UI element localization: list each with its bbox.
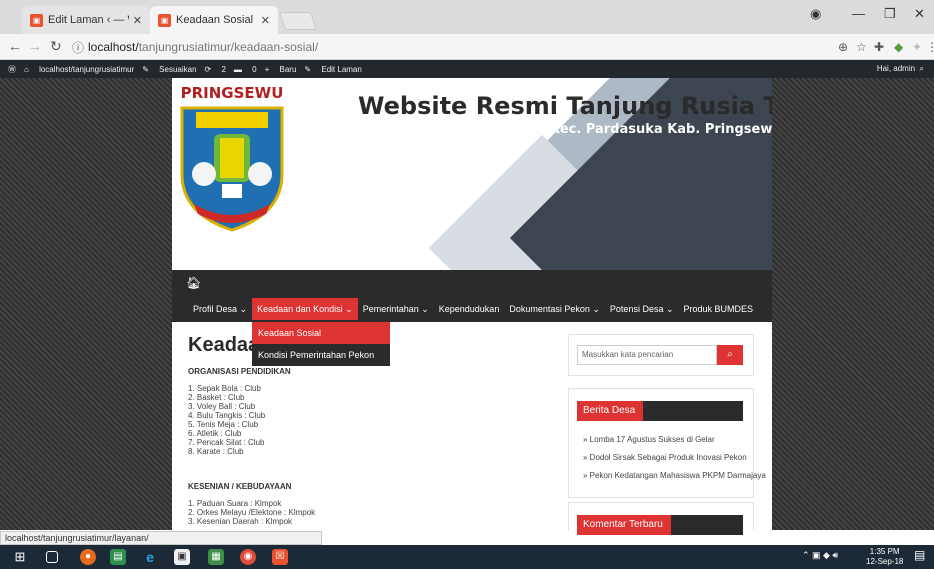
list-item: 3. Kesenian Daerah : Klmpok — [188, 517, 293, 526]
search-widget: Masukkan kata pencarian ⌕ — [568, 334, 754, 376]
list-item: 7. Pencak Silat : Club — [188, 438, 265, 447]
url-path: tanjungrusiatimur/keadaan-sosial/ — [138, 40, 319, 54]
spreadsheet-icon[interactable]: ▦ — [208, 549, 224, 565]
site-subtitle: Kec. Pardasuka Kab. Pringsewu — [550, 122, 772, 137]
browser-tab-strip: ▣ Edit Laman ‹ — WordPre ✕ ▣ Keadaan Sos… — [0, 0, 934, 34]
wp-admin-bar: Ⓦ ⌂ localhost/tanjungrusiatimur ✎ Sesuai… — [0, 60, 934, 78]
clock-date: 12-Sep-18 — [866, 557, 904, 566]
extension-icon[interactable]: ◆ — [894, 40, 903, 54]
wordpress-favicon-icon: ▣ — [30, 13, 43, 27]
tab-edit-laman[interactable]: ▣ Edit Laman ‹ — WordPre ✕ — [22, 6, 150, 34]
bookmark-star-icon[interactable]: ☆ — [856, 40, 867, 54]
news-link[interactable]: » Lomba 17 Agustus Sukses di Gelar — [583, 435, 715, 444]
extension-disabled-icon[interactable]: ✦ — [912, 40, 922, 54]
edge-icon[interactable]: e — [142, 549, 158, 565]
list-item: 2. Basket : Club — [188, 393, 245, 402]
list-item: 1. Sepak Bola : Club — [188, 384, 261, 393]
logo-text: PRINGSEWU — [176, 82, 288, 104]
culture-list: 1. Paduan Suara : Klmpok 2. Orkes Melayu… — [188, 499, 315, 526]
comments-widget: Komentar Terbaru — [568, 502, 754, 535]
nav-dropdown: Keadaan Sosial Kondisi Pemerintahan Peko… — [252, 322, 390, 366]
info-icon[interactable]: ⓘ — [72, 39, 84, 56]
tray-icons[interactable]: ⌃ ▣ ◆ 🔊︎ — [802, 550, 838, 561]
tab-title: Edit Laman ‹ — WordPre — [48, 14, 129, 26]
url-field[interactable]: ⓘ localhost/tanjungrusiatimur/keadaan-so… — [72, 37, 832, 57]
widget-title-text: Berita Desa — [577, 401, 644, 421]
search-button[interactable]: ⌕ — [717, 345, 743, 365]
admin-customize-link[interactable]: ✎ Sesuaikan — [142, 65, 196, 74]
widget-title-text: Komentar Terbaru — [577, 515, 671, 535]
nav-item-profil-desa[interactable]: Profil Desa ⌄ — [188, 298, 252, 320]
system-clock[interactable]: 1:35 PM 12-Sep-18 — [866, 547, 903, 567]
list-item: 2. Orkes Melayu /Elektone : Klmpok — [188, 508, 316, 517]
list-item: 6. Atletik : Club — [188, 429, 242, 438]
status-url: localhost/tanjungrusiatimur/layanan/ — [0, 531, 322, 545]
wordpress-logo-icon[interactable]: Ⓦ — [8, 64, 16, 75]
store-icon[interactable]: ▣ — [174, 549, 190, 565]
widget-title: Berita Desa — [577, 401, 743, 421]
reload-icon[interactable]: ↻ — [50, 38, 62, 55]
nav-item-keadaan-kondisi[interactable]: Keadaan dan Kondisi ⌄ — [252, 298, 358, 320]
admin-comments-link[interactable]: ▬ 0 — [234, 65, 257, 74]
list-item: 1. Paduan Suara : Klmpok — [188, 499, 282, 508]
widget-title: Komentar Terbaru — [577, 515, 743, 535]
dropdown-item-keadaan-sosial[interactable]: Keadaan Sosial — [252, 322, 390, 344]
section-title: ORGANISASI PENDIDIKAN — [188, 367, 291, 376]
window-close-icon[interactable]: ✕ — [914, 6, 925, 22]
file-explorer-icon[interactable]: ▤ — [110, 549, 126, 565]
list-item: 8. Karate : Club — [188, 447, 244, 456]
windows-taskbar: ⊞ ● ▤ e ▣ ▦ ◉ ☒ ⌃ ▣ ◆ 🔊︎ 1:35 PM 12-Sep-… — [0, 545, 934, 569]
admin-new-link[interactable]: + Baru — [265, 65, 297, 74]
notification-icon[interactable]: ▤ — [914, 548, 925, 562]
nav-item-potensi-desa[interactable]: Potensi Desa ⌄ — [605, 298, 679, 320]
user-profile-icon[interactable]: ◉ — [810, 6, 821, 22]
back-icon[interactable]: ← — [8, 38, 22, 54]
extension-pin-icon[interactable]: ✚ — [874, 40, 884, 54]
tab-keadaan-sosial[interactable]: ▣ Keadaan Sosial ✕ — [150, 6, 278, 34]
search-input[interactable]: Masukkan kata pencarian — [577, 345, 717, 365]
admin-edit-link[interactable]: ✎ Edit Laman — [304, 65, 361, 74]
news-widget: Berita Desa » Lomba 17 Agustus Sukses di… — [568, 388, 766, 498]
maximize-icon[interactable]: ❐ — [884, 6, 896, 22]
minimize-icon[interactable]: — — [852, 6, 865, 21]
site-favicon-icon: ▣ — [158, 13, 171, 27]
sports-list: 1. Sepak Bola : Club 2. Basket : Club 3.… — [188, 384, 265, 456]
close-icon[interactable]: ✕ — [261, 14, 270, 27]
list-item: 4. Bulu Tangkis : Club — [188, 411, 266, 420]
chrome-icon[interactable]: ◉ — [240, 549, 256, 565]
site-logo[interactable]: PRINGSEWU — [176, 82, 288, 232]
site-title[interactable]: Website Resmi Tanjung Rusia Timur — [358, 92, 772, 120]
news-link[interactable]: » Pekon Kedatangan Mahasiswa PKPM Darmaj… — [583, 471, 766, 480]
address-bar: ← → ↻ ⓘ localhost/tanjungrusiatimur/kead… — [0, 34, 934, 60]
task-view-icon[interactable] — [46, 551, 58, 563]
list-item: 5. Tenis Meja : Club — [188, 420, 259, 429]
tab-title: Keadaan Sosial — [176, 14, 254, 26]
list-item: 3. Voley Ball : Club — [188, 402, 256, 411]
admin-updates-link[interactable]: ⟳ 2 — [205, 65, 226, 74]
section-title: KESENIAN / KEBUDAYAAN — [188, 482, 292, 491]
nav-item-dokumentasi-pekon[interactable]: Dokumentasi Pekon ⌄ — [504, 298, 605, 320]
nav-item-kependudukan[interactable]: Kependudukan — [434, 298, 505, 320]
close-icon[interactable]: ✕ — [133, 14, 142, 27]
new-tab-button[interactable] — [278, 12, 318, 30]
clock-time: 1:35 PM — [869, 547, 900, 556]
pringsewu-emblem-icon — [180, 106, 284, 232]
main-navigation: 🏠︎ Profil Desa ⌄ Keadaan dan Kondisi ⌄ P… — [172, 270, 772, 322]
nav-item-pemerintahan[interactable]: Pemerintahan ⌄ — [358, 298, 434, 320]
nav-item-produk-bumdes[interactable]: Produk BUMDES — [679, 298, 759, 320]
dropdown-item-kondisi-pemerintahan[interactable]: Kondisi Pemerintahan Pekon — [252, 344, 390, 366]
site-header: PRINGSEWU Website Resmi Tanjung Rusia Ti… — [172, 78, 772, 270]
home-icon[interactable]: 🏠︎ — [186, 276, 201, 290]
admin-account-link[interactable]: Hai, admin ⌕ — [869, 64, 924, 74]
menu-dots-icon[interactable]: ⋮ — [926, 40, 934, 54]
admin-site-link[interactable]: ⌂ localhost/tanjungrusiatimur — [24, 65, 134, 74]
url-host: localhost/ — [88, 40, 139, 54]
forward-icon[interactable]: → — [28, 38, 42, 54]
nav-menu: Profil Desa ⌄ Keadaan dan Kondisi ⌄ Peme… — [188, 298, 758, 320]
xampp-icon[interactable]: ☒ — [272, 549, 288, 565]
zoom-icon[interactable]: ⊕ — [838, 40, 848, 54]
firefox-icon[interactable]: ● — [80, 549, 96, 565]
windows-start-icon[interactable]: ⊞ — [12, 549, 28, 565]
news-link[interactable]: » Dodol Sirsak Sebagai Produk Inovasi Pe… — [583, 453, 747, 462]
